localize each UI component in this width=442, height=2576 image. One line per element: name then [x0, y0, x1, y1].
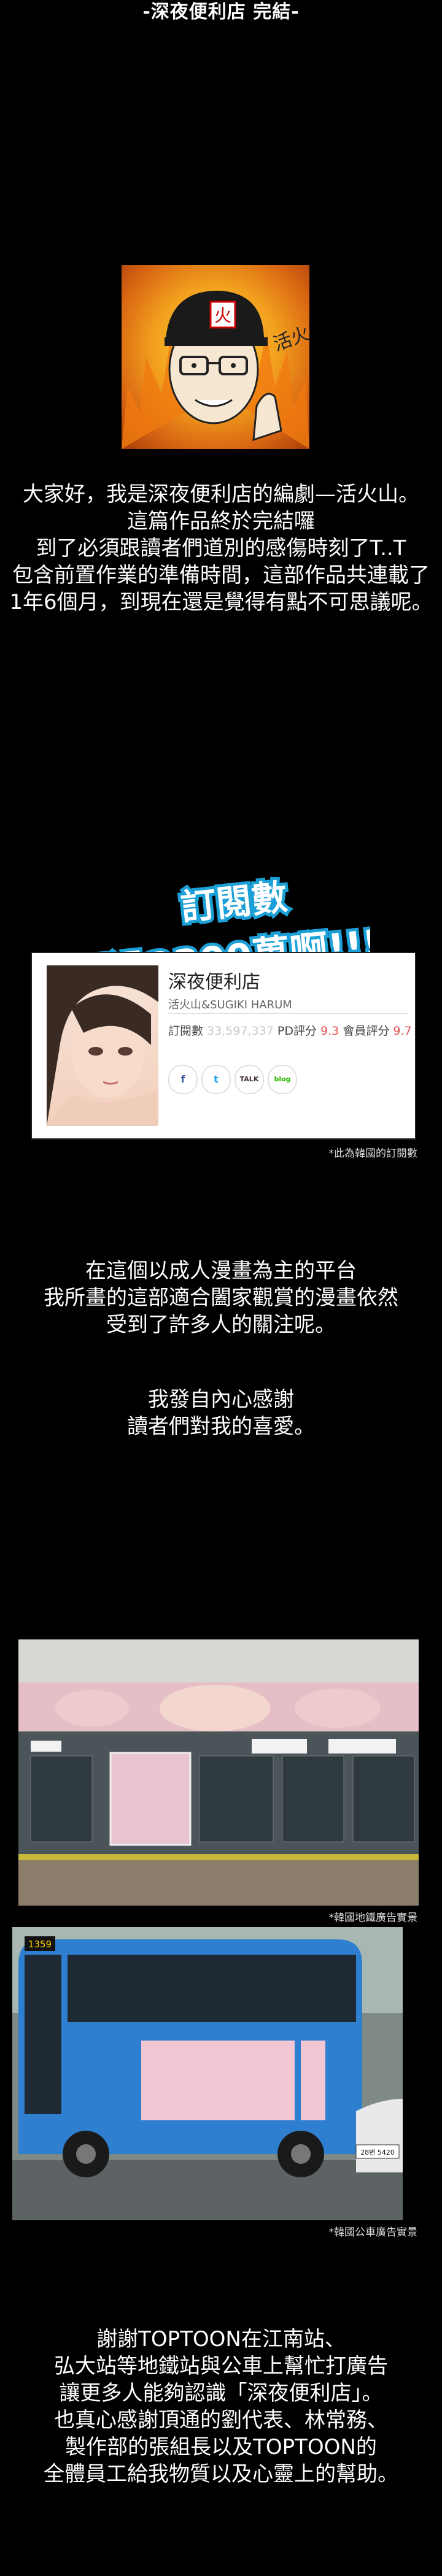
card-note: *此為韓國的訂閱數 [328, 1148, 418, 1160]
cap-badge-text: 火 [214, 305, 231, 326]
webtoon-info-card: 深夜便利店 活火山&SUGIKI HARUM 訂閱數 33,597,337 PD… [31, 952, 416, 1140]
bus-number: 1359 [28, 1939, 52, 1950]
page-title: -深夜便利店 完結- [142, 1, 300, 23]
pd-score-value: 9.3 [320, 1024, 339, 1038]
twitter-icon[interactable]: t [201, 1065, 231, 1094]
talk-icon[interactable]: TALK [235, 1065, 264, 1094]
intro-line: 大家好，我是深夜便利店的編劇—活火山。 [23, 482, 419, 507]
closing-line: 謝謝TOPTOON在江南站、 [96, 2327, 346, 2352]
portrait-signature: 活火山 [271, 316, 309, 356]
intro-line: 這篇作品終於完結囉 [127, 509, 315, 534]
facebook-icon[interactable]: f [168, 1065, 198, 1094]
subscribers-label: 訂閱數 [168, 1024, 204, 1038]
card-author: 活火山&SUGIKI HARUM [168, 999, 292, 1011]
bus-ad-photo: 1359 28번 5420 [12, 1927, 403, 2220]
intro-paragraph: 大家好，我是深夜便利店的編劇—活火山。 這篇作品終於完結囉 到了必須跟讀者們道別… [0, 481, 442, 616]
closing-line: 也真心感謝頂通的劉代表、林常務、 [54, 2408, 388, 2432]
member-score-value: 9.7 [393, 1024, 412, 1038]
closing-line: 讓更多人能夠認識「深夜便利店」。 [59, 2381, 383, 2405]
promo-line-1: 訂閱數 [179, 876, 289, 929]
subway-caption: *韓國地鐵廣告實景 [328, 1912, 418, 1924]
cover-art-image [47, 965, 158, 1126]
bus-caption: *韓國公車廣告實景 [328, 2226, 418, 2239]
thanks-line: 我所畫的這部適合闔家觀賞的漫畫依然 [44, 1286, 398, 1310]
divider [168, 1013, 408, 1014]
gratitude-line: 讀者們對我的喜愛。 [127, 1414, 315, 1439]
car-plate: 28번 5420 [360, 2149, 395, 2156]
closing-line: 全體員工給我物質以及心靈上的幫助。 [44, 2462, 398, 2486]
gratitude-line: 我發自內心感謝 [148, 1387, 294, 1412]
closing-paragraph: 謝謝TOPTOON在江南站、 弘大站等地鐵站與公車上幫忙打廣告 讓更多人能夠認識… [0, 2326, 442, 2488]
intro-line: 到了必須跟讀者們道別的感傷時刻了T..T [36, 536, 406, 561]
thanks-line: 在這個以成人漫畫為主的平台 [85, 1259, 357, 1283]
pd-score-label: PD評分 [277, 1024, 317, 1038]
subway-ad-photo [18, 1639, 419, 1906]
intro-line: 包含前置作業的準備時間，這部作品共連載了 [12, 563, 430, 588]
card-title: 深夜便利店 [168, 972, 260, 993]
closing-line: 弘大站等地鐵站與公車上幫忙打廣告 [54, 2354, 388, 2379]
thanks-line: 受到了許多人的關注呢。 [106, 1313, 336, 1337]
thanks-paragraph: 在這個以成人漫畫為主的平台 我所畫的這部適合闔家觀賞的漫畫依然 受到了許多人的關… [0, 1257, 442, 1338]
member-score-label: 會員評分 [343, 1024, 390, 1038]
blog-icon[interactable]: blog [268, 1065, 297, 1094]
closing-line: 製作部的張組長以及TOPTOON的 [65, 2435, 377, 2459]
author-portrait-image: 火 活火山 [122, 265, 309, 449]
intro-line: 1年6個月，到現在還是覺得有點不可思議呢。 [9, 590, 433, 615]
gratitude-paragraph: 我發自內心感謝 讀者們對我的喜愛。 [0, 1386, 442, 1440]
subscribers-value: 33,597,337 [207, 1024, 274, 1038]
card-stats: 訂閱數 33,597,337 PD評分 9.3 會員評分 9.7 [168, 1022, 412, 1038]
